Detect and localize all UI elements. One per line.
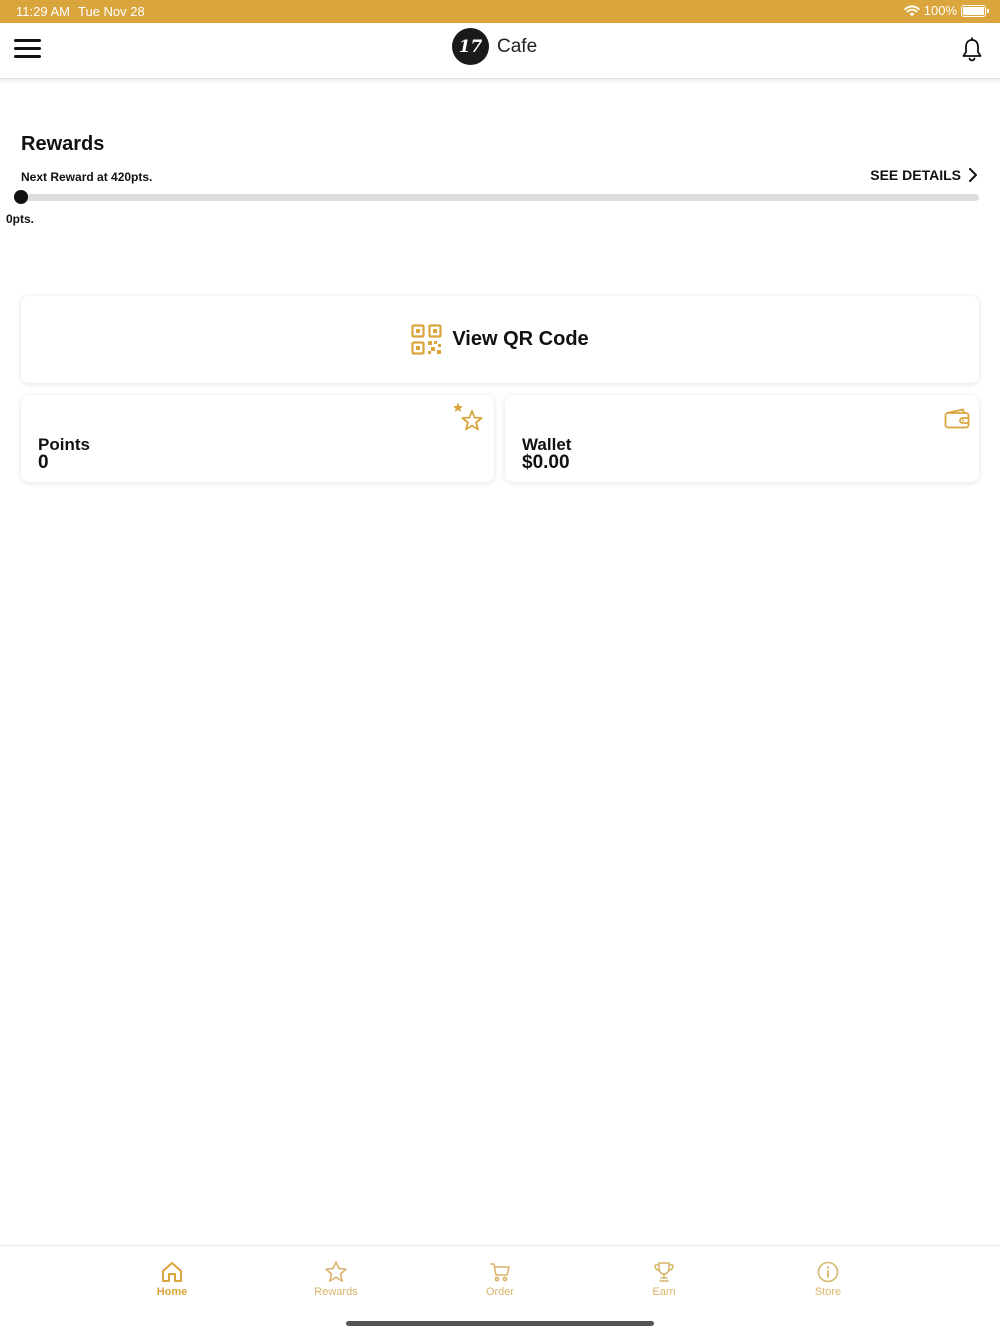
wifi-icon [904, 5, 920, 16]
status-bar: 11:29 AM Tue Nov 28 100% [0, 0, 1000, 23]
nav-bar: 17 Cafe [0, 23, 1000, 79]
stars-icon [453, 402, 483, 431]
tab-home-label: Home [156, 1286, 188, 1298]
logo-mark: 17 [452, 28, 489, 65]
see-details-label: SEE DETAILS [870, 167, 961, 183]
wallet-card[interactable]: Wallet $0.00 [505, 395, 979, 482]
tab-store[interactable]: Store [783, 1260, 873, 1298]
rewards-title: Rewards [21, 133, 105, 155]
tab-earn-label: Earn [652, 1286, 676, 1298]
next-reward-text: Next Reward at 420pts. [21, 170, 153, 184]
star-icon [325, 1261, 347, 1282]
tab-rewards[interactable]: Rewards [291, 1260, 381, 1298]
bell-icon [962, 37, 982, 62]
trophy-icon [654, 1262, 674, 1282]
tab-rewards-label: Rewards [314, 1286, 358, 1298]
chevron-right-icon [969, 168, 977, 182]
wallet-value: $0.00 [522, 452, 570, 473]
cart-icon [490, 1263, 510, 1282]
see-details-link[interactable]: SEE DETAILS [870, 167, 977, 183]
info-icon [817, 1261, 839, 1283]
status-right: 100% [904, 3, 989, 18]
tab-order[interactable]: Order [455, 1260, 545, 1298]
status-time: 11:29 AM [16, 4, 70, 19]
logo-text: Cafe [497, 35, 538, 57]
tab-earn[interactable]: Earn [619, 1260, 709, 1298]
menu-button[interactable] [14, 39, 41, 63]
battery-percent: 100% [923, 3, 957, 18]
points-card[interactable]: Points 0 [21, 395, 494, 482]
reward-progress-knob [14, 190, 28, 204]
reward-progress-label: 0pts. [6, 212, 35, 226]
battery-icon [961, 4, 989, 17]
points-value: 0 [38, 452, 49, 473]
home-indicator [346, 1321, 654, 1326]
status-date: Tue Nov 28 [78, 4, 145, 19]
tab-home[interactable]: Home [127, 1260, 217, 1298]
view-qr-code-button[interactable]: View QR Code [21, 296, 979, 383]
tab-order-label: Order [485, 1286, 515, 1298]
home-icon [162, 1262, 182, 1282]
wallet-icon [944, 408, 970, 429]
tab-store-label: Store [814, 1286, 842, 1298]
qr-code-icon [411, 324, 442, 355]
app-logo: 17 Cafe [452, 28, 537, 65]
notifications-button[interactable] [960, 37, 984, 63]
reward-progress-bar [21, 194, 979, 201]
view-qr-code-label: View QR Code [452, 328, 589, 350]
